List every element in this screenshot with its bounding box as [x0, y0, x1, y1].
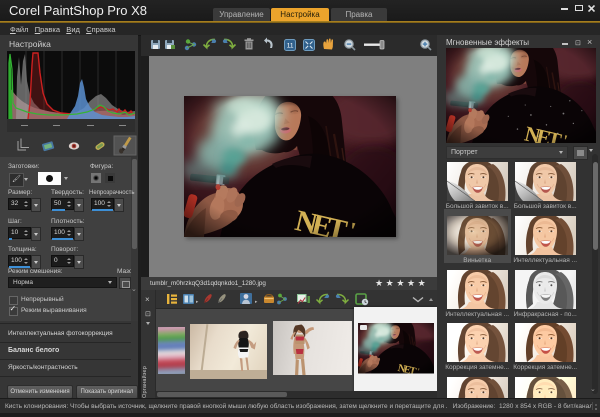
svg-text:11: 11	[287, 43, 294, 50]
